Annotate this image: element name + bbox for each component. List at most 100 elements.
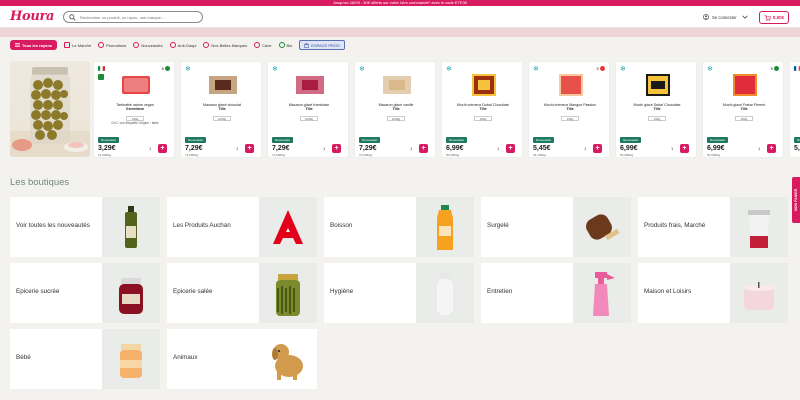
product-card[interactable]: ❄ Mochi glacé Dubaï Chocolate Tille 150g Nou… (615, 61, 697, 158)
new-badge: Nouveauté (533, 137, 554, 143)
quantity-value[interactable]: 1 (671, 146, 673, 151)
boutique-tile-ice-cream[interactable]: Surgelé (481, 197, 631, 257)
shampoo-bottle-icon (435, 272, 455, 317)
snowflake-icon: ❄ (446, 66, 452, 73)
product-image (209, 76, 237, 94)
product-card[interactable]: ❄ Mochi crémeux Dubaï Chocolate Tille 150g N… (441, 61, 523, 158)
boutique-tile-yogurt-jar[interactable]: Produits frais, Marché (638, 197, 788, 257)
search-input[interactable] (80, 14, 200, 20)
add-to-cart-button[interactable]: + (680, 144, 689, 153)
quantity-value[interactable]: 1 (410, 146, 412, 151)
new-badge: Nouveauté (707, 137, 728, 143)
search-box[interactable] (63, 11, 203, 23)
boutique-image (259, 197, 317, 257)
boutique-tile-pickle-jar[interactable]: Epicerie salée (167, 263, 317, 323)
snowflake-icon: ❄ (272, 66, 278, 73)
nav-item-bio[interactable]: Bio (278, 40, 293, 50)
france-flag-icon (794, 66, 800, 71)
product-name: Macaron glacé vanille Tille (359, 103, 433, 112)
cart-button[interactable]: 0,00€ (759, 11, 789, 24)
pink-strip (0, 28, 800, 37)
product-card[interactable]: Nouveauté 5,39 (789, 61, 800, 158)
product-image (122, 76, 150, 94)
product-brand: Tille (740, 107, 748, 112)
houra-logo[interactable]: Houra (10, 9, 54, 24)
espace-pros-button[interactable]: ESPACE PROS (299, 40, 345, 50)
unit-price: 21,93€/kg (98, 153, 112, 157)
boutique-tile-oil-bottle[interactable]: Voir toutes les nouveautés (10, 197, 160, 257)
product-image (383, 76, 411, 94)
quantity-value[interactable]: 1 (236, 146, 238, 151)
hero-image (10, 61, 90, 157)
add-to-cart-button[interactable]: + (332, 144, 341, 153)
boutique-image (259, 263, 317, 323)
product-brand: Tille (479, 107, 487, 112)
product-size: 150g (474, 116, 492, 121)
add-to-cart-button[interactable]: + (767, 144, 776, 153)
product-size: 150g (648, 116, 666, 121)
new-badge: Nouveauté (620, 137, 641, 143)
boutique-label: Entretien (487, 288, 513, 295)
product-name: Macaron glacé framboise Tille (272, 103, 346, 112)
nav-item-nouveautes[interactable]: Nouveautés (133, 40, 163, 50)
new-products-carousel[interactable]: B Tartinable nature vegan Greenfarm 150g DLC… (0, 58, 800, 162)
espace-pros-label: ESPACE PROS (311, 42, 340, 48)
auchan-logo-icon (273, 210, 303, 244)
quantity-value[interactable]: 1 (584, 146, 586, 151)
quantity-value[interactable]: 1 (497, 146, 499, 151)
nav-item-marche[interactable]: Le Marché (64, 40, 91, 50)
product-card[interactable]: ❄ B Mochi glacé Fraise Piment Tille 150g Nouv… (702, 61, 784, 158)
product-card[interactable]: ❄ Macaron glacé chocolat Tille 2x50g Nouveau… (180, 61, 262, 158)
my-cart-tab[interactable]: MON PANIER (792, 177, 800, 223)
add-to-cart-button[interactable]: + (158, 144, 167, 153)
boutique-tile-shampoo-bottle[interactable]: Hygiène (324, 263, 474, 323)
boutique-tile-auchan-logo[interactable]: Les Produits Auchan (167, 197, 317, 257)
new-badge: Nouveauté (272, 137, 293, 143)
product-card[interactable]: ❄ Macaron glacé framboise Tille 2x50g Nouvea… (267, 61, 349, 158)
account-button[interactable]: Se connecter (703, 14, 751, 20)
nav-item-marques[interactable]: Nos Belles Marques (203, 40, 247, 50)
boutique-tile-jam-jar[interactable]: Epicerie sucrée (10, 263, 160, 323)
product-card[interactable]: B Tartinable nature vegan Greenfarm 150g DLC… (93, 61, 175, 158)
product-price: 7,29€ (272, 145, 290, 152)
quantity-value[interactable]: 1 (323, 146, 325, 151)
quantity-value[interactable]: 1 (758, 146, 760, 151)
nutriscore-badge: B (162, 66, 170, 71)
product-price: 5,39 (794, 145, 800, 152)
boutique-image (416, 263, 474, 323)
boutique-tile-candle[interactable]: Maison et Loisirs (638, 263, 788, 323)
product-card[interactable]: ❄ Macaron glacé vanille Tille 2x50g Nouveaut… (354, 61, 436, 158)
nav-item-label: Bio (286, 42, 293, 48)
candle-icon (744, 282, 774, 310)
boutique-image (102, 263, 160, 323)
boutique-tile-dog[interactable]: Animaux (167, 329, 317, 389)
snowflake-icon: ❄ (620, 66, 626, 73)
product-price: 6,99€ (446, 145, 464, 152)
add-to-cart-button[interactable]: + (593, 144, 602, 153)
boutique-label: Epicerie salée (173, 288, 213, 295)
add-to-cart-button[interactable]: + (245, 144, 254, 153)
add-to-cart-button[interactable]: + (419, 144, 428, 153)
product-size: 2x50g (387, 116, 405, 121)
quantity-value[interactable]: 1 (149, 146, 151, 151)
add-to-cart-button[interactable]: + (506, 144, 515, 153)
nav-item-promotions[interactable]: Promotions (98, 40, 126, 50)
new-badge: Nouveauté (98, 137, 119, 143)
nutriscore-value: B (161, 66, 164, 71)
product-name: Tartinable nature vegan Greenfarm (98, 103, 172, 112)
spray-bottle-icon (593, 272, 615, 316)
boutique-tile-juice-bottle[interactable]: Boisson (324, 197, 474, 257)
product-name: Mochi crémeux Dubaï Chocolate Tille (446, 103, 520, 112)
boutique-tile-baby-food-jar[interactable]: Bébé (10, 329, 160, 389)
user-icon (703, 14, 709, 20)
leaf-icon (169, 42, 176, 48)
product-card[interactable]: ❄ E Mochi crémeux Mangue Passion Tille 150g N… (528, 61, 610, 158)
nav-item-cave[interactable]: Cave (254, 40, 272, 50)
star-icon (133, 42, 140, 48)
nav-item-anti-gaspi[interactable]: Anti-Gaspi (169, 40, 196, 50)
heart-icon (203, 42, 210, 48)
boutique-tile-spray-bottle[interactable]: Entretien (481, 263, 631, 323)
unit-price: 72,90€/kg (359, 153, 373, 157)
wine-icon (254, 42, 261, 48)
all-departments-button[interactable]: Tous les rayons (10, 40, 58, 50)
